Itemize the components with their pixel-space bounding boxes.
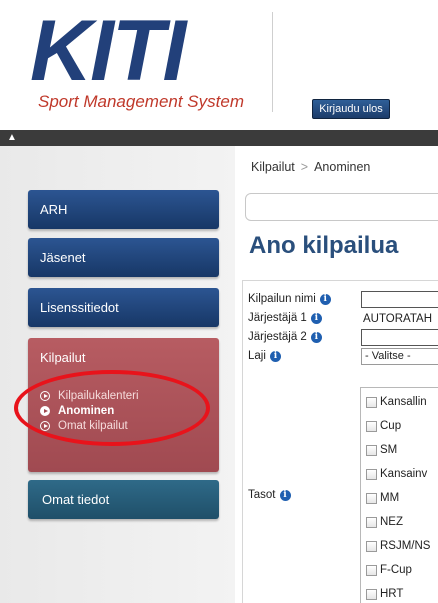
tasot-option[interactable]: RSJM/NS xyxy=(366,540,430,552)
kilpailun-nimi-input[interactable] xyxy=(361,291,438,308)
tasot-option-label: MM xyxy=(380,492,400,504)
jarjestaja2-label: Järjestäjä 2i xyxy=(248,331,322,343)
breadcrumb-link-kilpailut[interactable]: Kilpailut xyxy=(251,160,295,174)
checkbox[interactable] xyxy=(366,516,377,528)
checkbox[interactable] xyxy=(366,396,377,408)
tasot-option-label: RSJM/NS xyxy=(380,540,431,552)
sidebar-item-omat-tiedot[interactable]: Omat tiedot xyxy=(28,480,219,519)
breadcrumb-separator: > xyxy=(300,160,309,174)
field-label: Kilpailun nimi xyxy=(248,293,316,305)
tasot-option[interactable]: NEZ xyxy=(366,516,403,528)
kiti-logo[interactable]: KITI Sport Management System xyxy=(30,8,270,118)
sidebar: ARH Jäsenet Lisenssitiedot Kilpailut Kil… xyxy=(0,146,235,603)
sidebar-item-lisenssitiedot[interactable]: Lisenssitiedot xyxy=(28,288,219,327)
top-bar: ▲ xyxy=(0,130,438,146)
field-label: Laji xyxy=(248,350,266,362)
tasot-option[interactable]: F-Cup xyxy=(366,564,412,576)
jarjestaja1-label: Järjestäjä 1i xyxy=(248,312,322,324)
breadcrumb: Kilpailut > Anominen xyxy=(251,160,370,174)
field-label: Järjestäjä 1 xyxy=(248,312,307,324)
info-icon[interactable]: i xyxy=(269,350,281,362)
tasot-option-label: F-Cup xyxy=(380,564,412,576)
tasot-option[interactable]: Cup xyxy=(366,420,401,432)
tasot-checkbox-list[interactable]: Kansallin Cup SM Kansainv MM NEZ RSJM/NS… xyxy=(360,387,438,603)
page-title: Ano kilpailua xyxy=(249,232,399,259)
checkbox[interactable] xyxy=(366,420,377,432)
tasot-option-label: NEZ xyxy=(380,516,403,528)
tasot-option[interactable]: Kansainv xyxy=(366,468,427,480)
info-icon[interactable]: i xyxy=(310,312,322,324)
tasot-option-label: HRT xyxy=(380,588,404,600)
checkbox[interactable] xyxy=(366,492,377,504)
field-label: Tasot xyxy=(248,489,276,501)
breadcrumb-current: Anominen xyxy=(314,160,371,174)
tasot-option[interactable]: MM xyxy=(366,492,399,504)
tasot-option[interactable]: HRT xyxy=(366,588,403,600)
collapse-triangle-icon[interactable]: ▲ xyxy=(7,130,17,146)
tasot-option[interactable]: SM xyxy=(366,444,397,456)
info-icon[interactable]: i xyxy=(310,331,322,343)
jarjestaja2-input[interactable] xyxy=(361,329,438,346)
tasot-option-label: SM xyxy=(380,444,398,456)
search-input[interactable] xyxy=(245,193,438,221)
logo-tagline: Sport Management System xyxy=(38,92,244,111)
field-label: Järjestäjä 2 xyxy=(248,331,307,343)
laji-select[interactable]: - Valitse - xyxy=(361,348,438,365)
jarjestaja1-value: AUTORATAH xyxy=(363,313,433,325)
sidebar-item-jasenet[interactable]: Jäsenet xyxy=(28,238,219,277)
logo-wordmark: KITI xyxy=(30,3,186,99)
annotation-red-ellipse xyxy=(14,370,210,446)
checkbox[interactable] xyxy=(366,564,377,576)
tasot-option-label: Kansainv xyxy=(380,468,428,480)
sidebar-item-arh[interactable]: ARH xyxy=(28,190,219,229)
tasot-option[interactable]: Kansallin xyxy=(366,396,427,408)
info-icon[interactable]: i xyxy=(279,489,291,501)
sidebar-item-kilpailut-label: Kilpailut xyxy=(40,350,86,365)
info-icon[interactable]: i xyxy=(319,293,331,305)
kilpailun-nimi-label: Kilpailun nimi i xyxy=(248,293,331,305)
checkbox[interactable] xyxy=(366,444,377,456)
checkbox[interactable] xyxy=(366,540,377,552)
header: KITI Sport Management System Kirjaudu ul… xyxy=(0,0,438,128)
laji-label: Laji i xyxy=(248,350,281,362)
checkbox[interactable] xyxy=(366,468,377,480)
checkbox[interactable] xyxy=(366,588,377,600)
tasot-label: Tasot i xyxy=(248,489,291,501)
header-divider xyxy=(272,12,273,112)
tasot-option-label: Kansallin xyxy=(380,396,427,408)
logout-button[interactable]: Kirjaudu ulos xyxy=(312,99,390,119)
tasot-option-label: Cup xyxy=(380,420,402,432)
